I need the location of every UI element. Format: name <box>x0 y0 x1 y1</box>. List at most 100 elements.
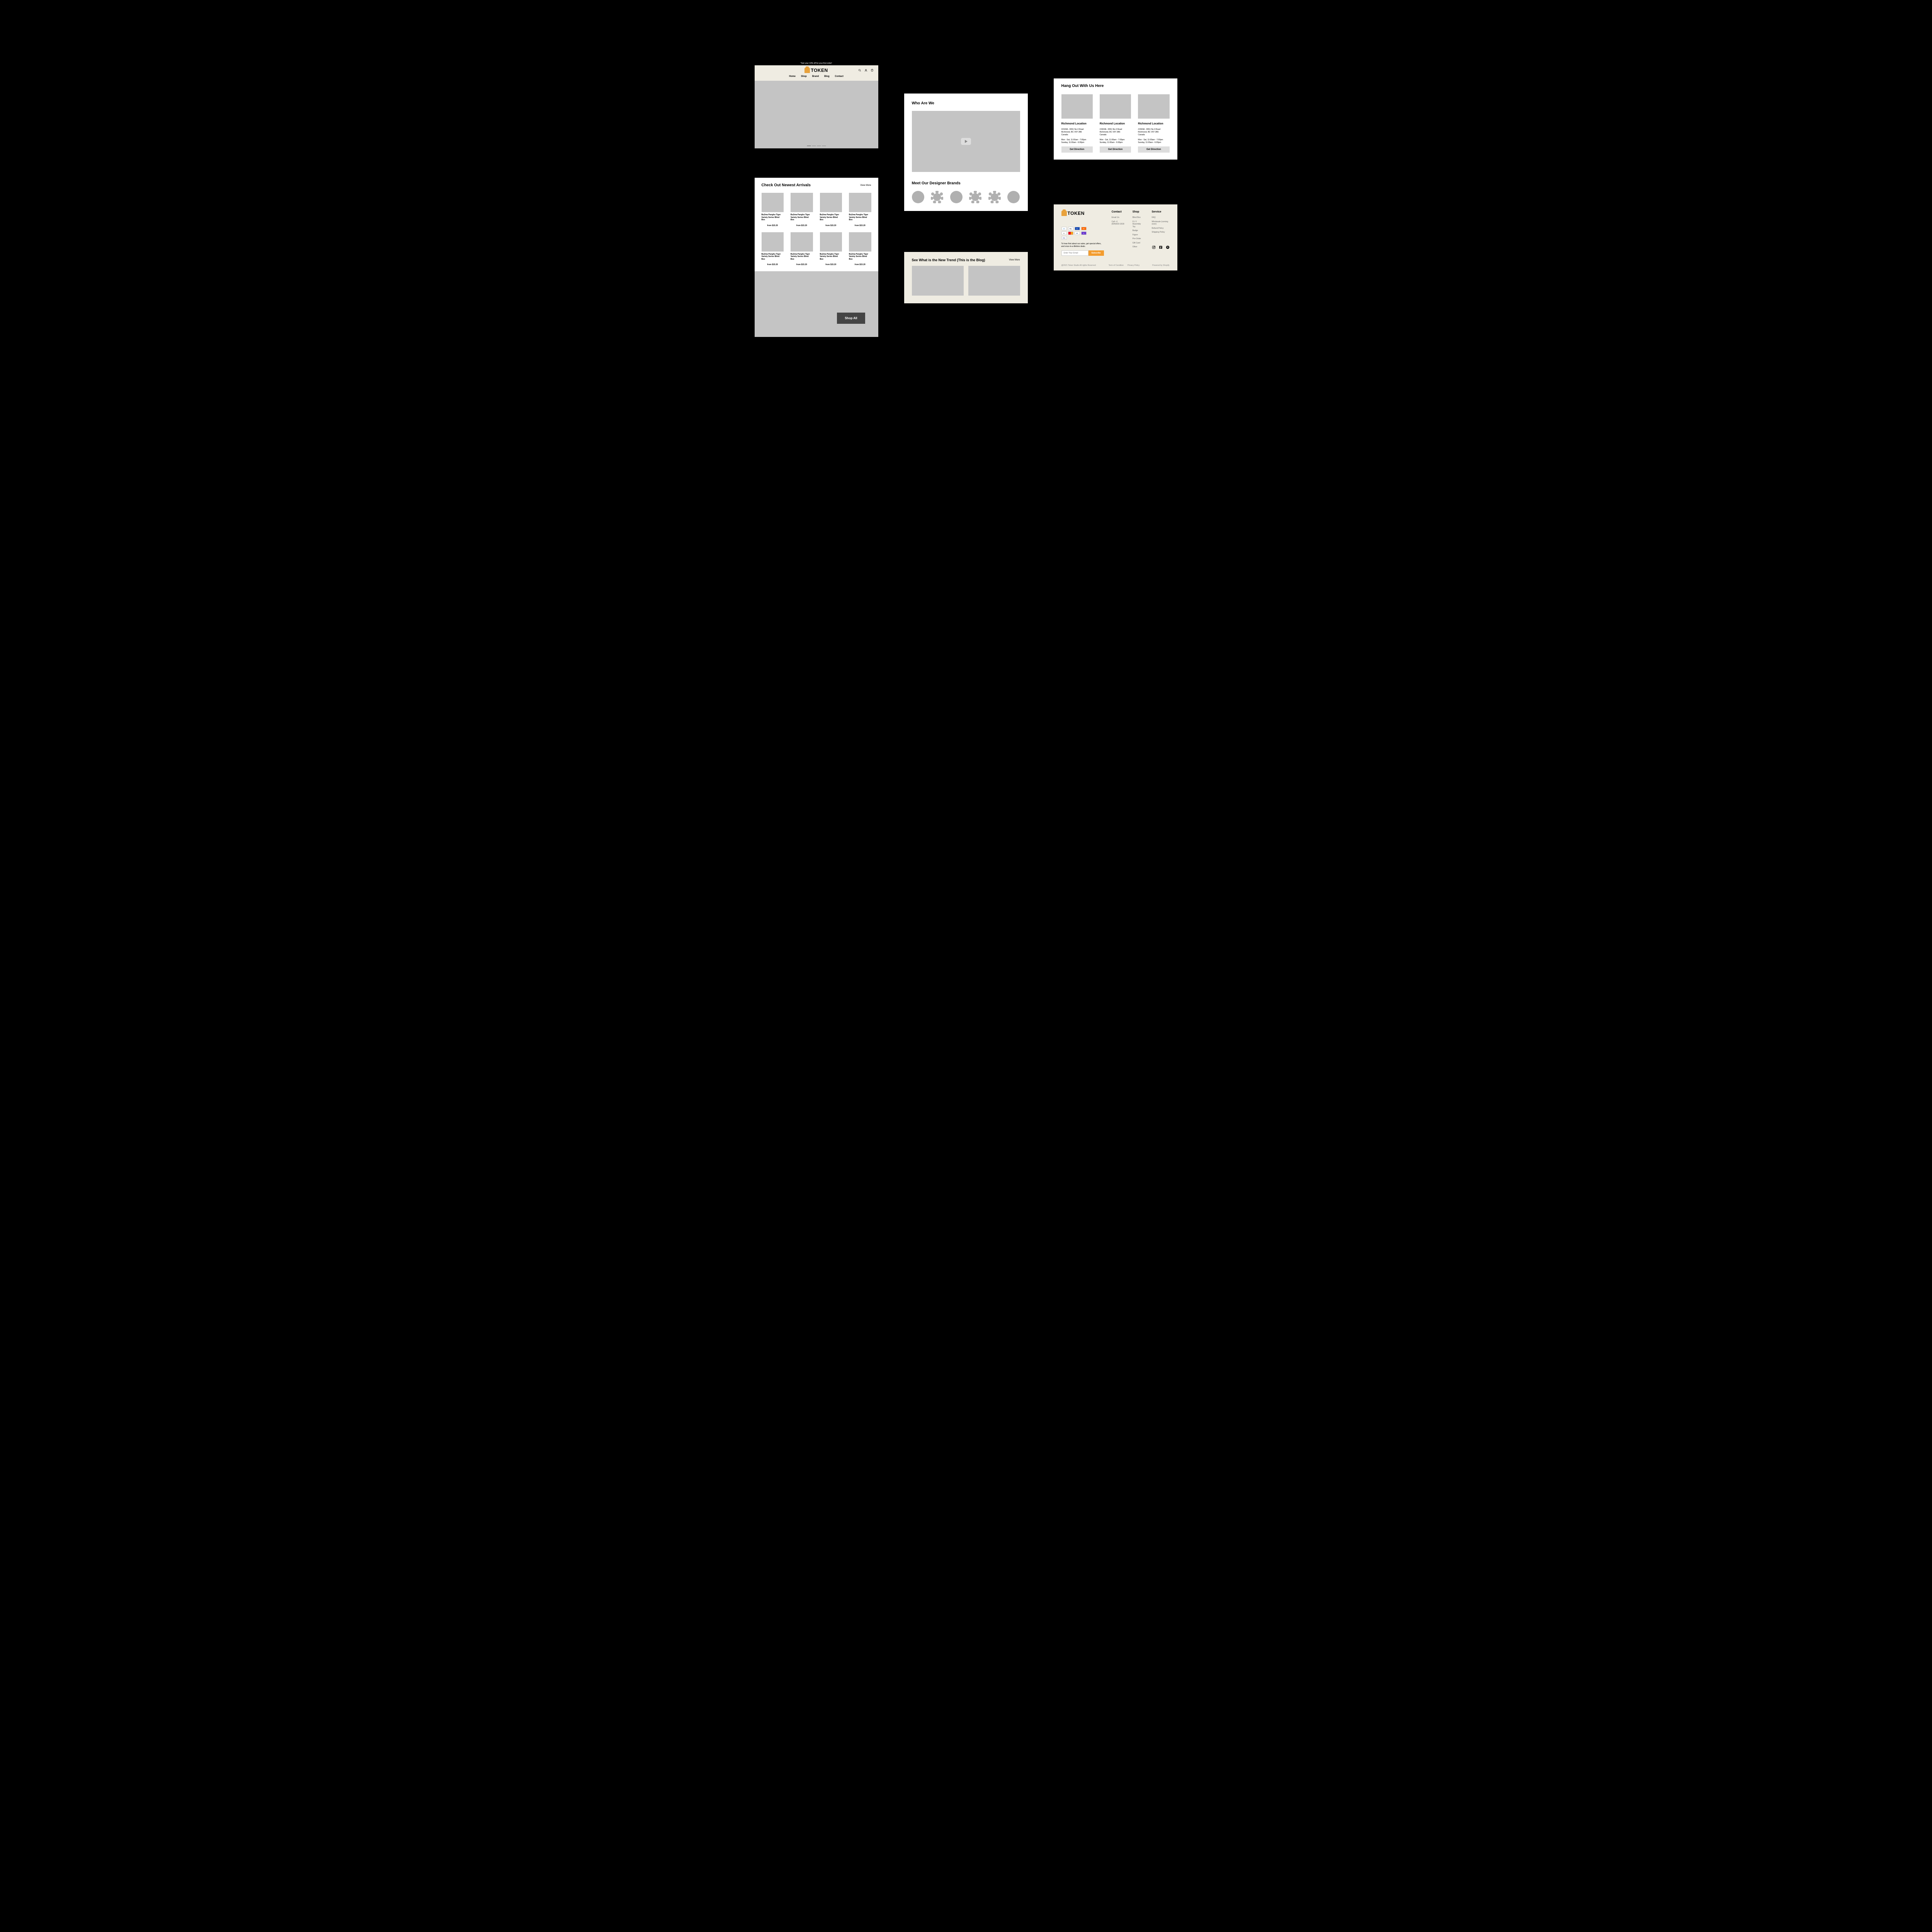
nav-contact[interactable]: Contact <box>835 75 844 78</box>
nav-blog[interactable]: Blog <box>824 75 829 78</box>
search-icon[interactable] <box>858 67 861 74</box>
powered-by[interactable]: Powered by Shopify <box>1152 264 1169 267</box>
pinterest-icon[interactable] <box>1166 245 1170 250</box>
location-address: #1503A - 6551 No.3 Road Richmond, BC V6Y… <box>1100 128 1131 136</box>
product-card[interactable]: Bu2ma Panghu Tiger Variety Series Blind … <box>820 193 842 227</box>
legal-link[interactable]: Privacy Policy <box>1128 264 1139 267</box>
account-icon[interactable] <box>864 67 867 74</box>
footer-link[interactable]: D.I.Y. Assembly Toy <box>1133 221 1144 228</box>
product-card[interactable]: Bu2ma Panghu Tiger Variety Series Blind … <box>849 232 871 266</box>
facebook-icon[interactable] <box>1159 245 1163 250</box>
blog-panel: See What is the New Trend (This is the B… <box>904 252 1028 303</box>
legal-link[interactable]: Term of Condition <box>1109 264 1124 267</box>
product-price: from $15.20 <box>791 224 813 227</box>
brand-logo-item[interactable] <box>912 191 924 203</box>
arrivals-view-more[interactable]: View More <box>860 184 871 187</box>
newsletter-email-input[interactable] <box>1061 250 1088 256</box>
product-name: Bu2ma Panghu Tiger Variety Series Blind … <box>820 253 842 261</box>
product-card[interactable]: Bu2ma Panghu Tiger Variety Series Blind … <box>820 232 842 266</box>
blog-card[interactable] <box>912 266 964 296</box>
locations-panel: Hang Out With Us Here Richmond Location … <box>1054 78 1177 160</box>
product-price: from $15.20 <box>762 224 784 227</box>
nav-brand[interactable]: Brand <box>812 75 819 78</box>
footer-link[interactable]: Figure <box>1133 234 1144 236</box>
play-icon <box>961 138 971 145</box>
brand-logo-item[interactable] <box>950 191 963 203</box>
product-name: Bu2ma Panghu Tiger Variety Series Blind … <box>849 214 871 221</box>
footer-link[interactable]: Shipping Policy <box>1152 231 1170 234</box>
location-card: Richmond Location #1503A - 6551 No.3 Roa… <box>1138 94 1169 153</box>
footer-link[interactable]: FAQ <box>1152 216 1170 219</box>
location-image <box>1061 94 1093 119</box>
footer-col-shop: Shop Blind Box D.I.Y. Assembly Toy Badge… <box>1133 211 1144 256</box>
product-price: from $15.20 <box>820 224 842 227</box>
product-image <box>791 232 813 252</box>
product-price: from $15.20 <box>791 264 813 266</box>
footer-link[interactable]: Blind Box <box>1133 216 1144 219</box>
footer-link[interactable]: Wholesale (coming soon) <box>1152 221 1170 226</box>
footer-link[interactable]: Email Us <box>1112 216 1125 219</box>
about-title: Who Are We <box>912 101 1020 105</box>
payment-shoppay-icon: S <box>1081 231 1087 235</box>
arrivals-title: Check Out Newest Arrivals <box>762 183 811 187</box>
product-image <box>849 232 871 252</box>
product-card[interactable]: Bu2ma Panghu Tiger Variety Series Blind … <box>762 193 784 227</box>
arrivals-panel: Check Out Newest Arrivals View More Bu2m… <box>755 178 878 337</box>
mascot-icon <box>1061 211 1067 216</box>
payment-amex-icon: AE <box>1061 227 1067 230</box>
promo-bar: *Get your 10% off for your first order! <box>755 61 878 65</box>
footer-col-contact: Contact Email Us Call +1 (604)503-1818 <box>1112 211 1125 256</box>
about-video[interactable] <box>912 111 1020 172</box>
footer-col-service: Service FAQ Wholesale (coming soon) Refu… <box>1152 211 1170 256</box>
location-image <box>1100 94 1131 119</box>
payment-gpay-icon: G <box>1061 231 1067 235</box>
product-image <box>762 232 784 252</box>
instagram-icon[interactable] <box>1152 245 1156 250</box>
brand-logo-item[interactable] <box>1007 191 1020 203</box>
get-direction-button[interactable]: Get Direction <box>1100 146 1131 153</box>
blog-card[interactable] <box>968 266 1020 296</box>
product-card[interactable]: Bu2ma Panghu Tiger Variety Series Blind … <box>791 193 813 227</box>
payment-mastercard-icon <box>1068 231 1073 235</box>
copyright: @2021 Token Studio All rights Reserved <box>1061 264 1096 267</box>
product-card[interactable]: Bu2ma Panghu Tiger Variety Series Blind … <box>791 232 813 266</box>
payment-discover-icon: DS <box>1081 227 1087 230</box>
subscribe-button[interactable]: Subscribe <box>1088 250 1104 256</box>
footer-link[interactable]: Badge <box>1133 230 1144 232</box>
payment-paypal-icon: PP <box>1075 231 1080 235</box>
footer-logo[interactable]: TOKEN <box>1061 211 1104 216</box>
product-image <box>849 193 871 212</box>
location-name: Richmond Location <box>1061 122 1093 125</box>
location-name: Richmond Location <box>1138 122 1169 125</box>
brand-logo-item[interactable] <box>988 191 1001 203</box>
get-direction-button[interactable]: Get Direction <box>1061 146 1093 153</box>
footer-link[interactable]: Other <box>1133 246 1144 248</box>
location-address: #1503A - 6551 No.3 Road Richmond, BC V6Y… <box>1138 128 1169 136</box>
footer-link[interactable]: Call +1 (604)503-1818 <box>1112 221 1125 226</box>
footer-link[interactable]: Gift Card <box>1133 242 1144 245</box>
brand-logo-item[interactable] <box>931 191 943 203</box>
product-name: Bu2ma Panghu Tiger Variety Series Blind … <box>820 214 842 221</box>
brand-logo[interactable]: TOKEN <box>804 68 828 73</box>
product-name: Bu2ma Panghu Tiger Variety Series Blind … <box>791 214 813 221</box>
shop-all-button[interactable]: Shop All <box>837 313 865 324</box>
product-card[interactable]: Bu2ma Panghu Tiger Variety Series Blind … <box>849 193 871 227</box>
brand-logo-item[interactable] <box>969 191 981 203</box>
nav-home[interactable]: Home <box>789 75 796 78</box>
product-image <box>791 193 813 212</box>
cart-icon[interactable] <box>871 67 874 74</box>
product-image <box>820 232 842 252</box>
footer-panel: TOKEN AE Pay D DS G PP S VISA To hear fi… <box>1054 204 1177 270</box>
location-name: Richmond Location <box>1100 122 1131 125</box>
promo-banner: Shop All <box>755 271 878 337</box>
product-grid: Bu2ma Panghu Tiger Variety Series Blind … <box>755 191 878 271</box>
nav-shop[interactable]: Shop <box>801 75 807 78</box>
blog-view-more[interactable]: View More <box>1009 259 1020 261</box>
footer-link[interactable]: Refund Policy <box>1152 227 1170 230</box>
product-name: Bu2ma Panghu Tiger Variety Series Blind … <box>791 253 813 261</box>
product-card[interactable]: Bu2ma Panghu Tiger Variety Series Blind … <box>762 232 784 266</box>
get-direction-button[interactable]: Get Direction <box>1138 146 1169 153</box>
hero-slider[interactable] <box>755 81 878 148</box>
location-address: #1503A - 6551 No.3 Road Richmond, BC V6Y… <box>1061 128 1093 136</box>
footer-link[interactable]: Pre-Order <box>1133 238 1144 240</box>
